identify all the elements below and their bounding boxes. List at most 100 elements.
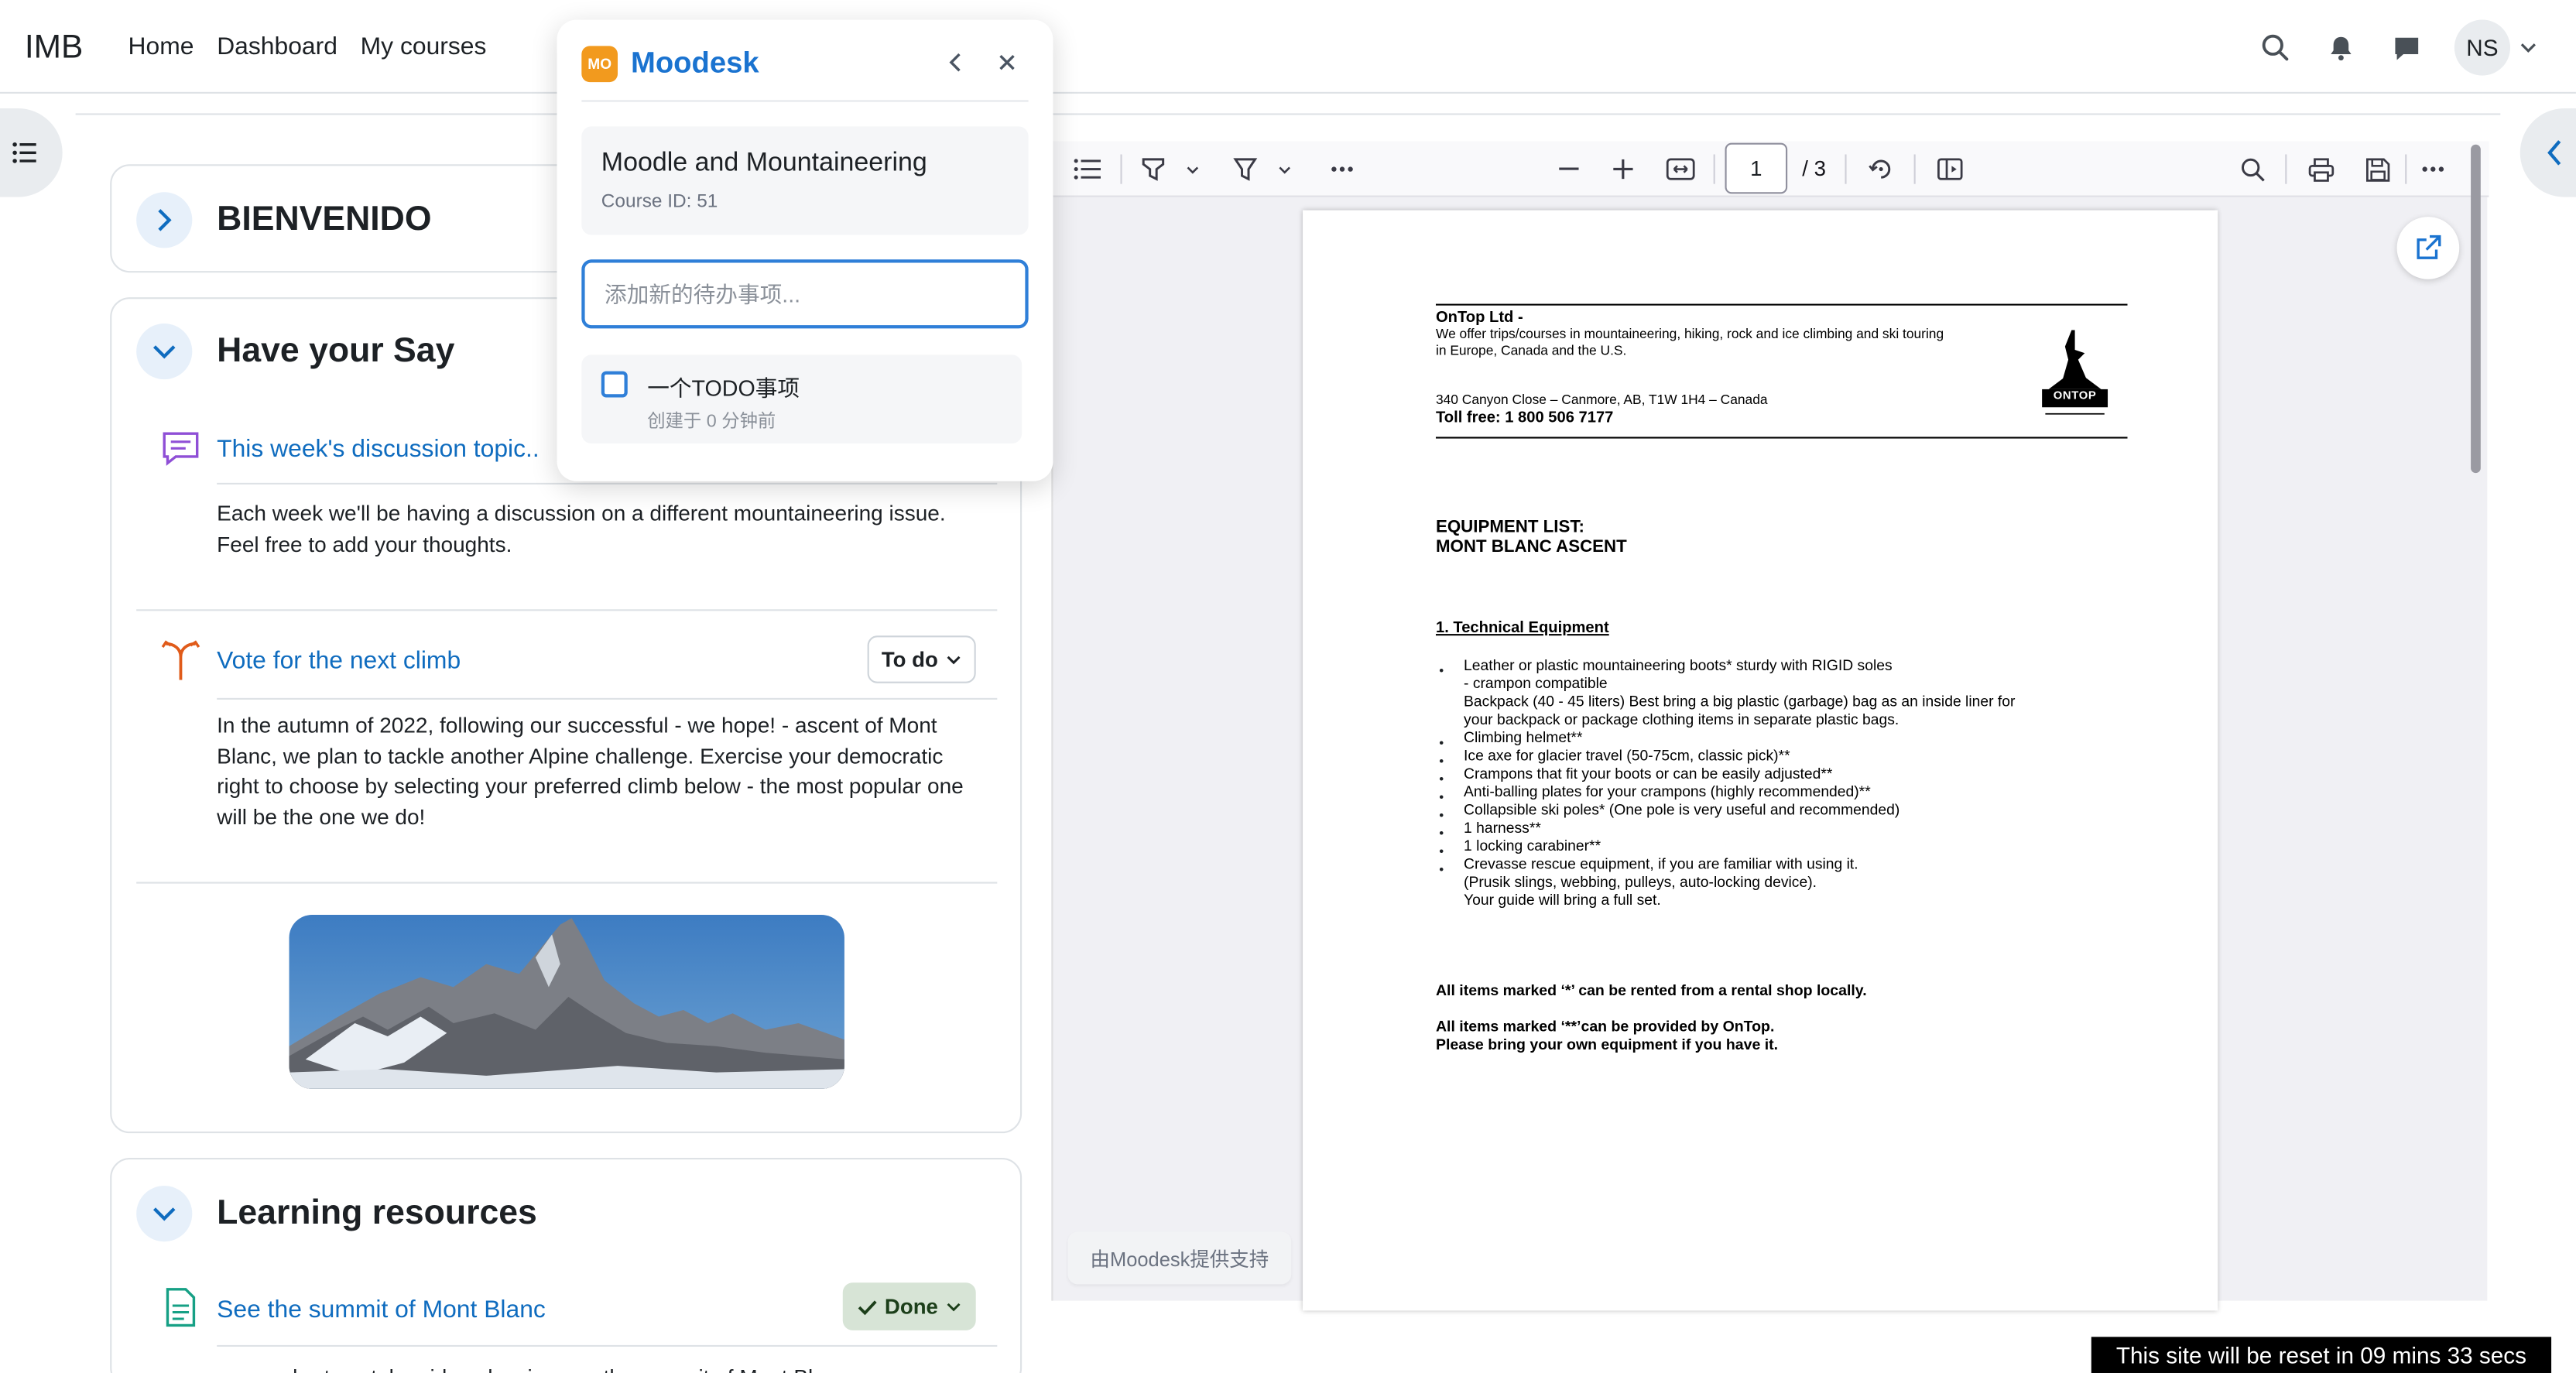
toolbar-separator [1120,154,1122,184]
logo-text: ONTOP [2053,391,2097,402]
more-tools-icon[interactable] [1327,154,1357,183]
equipment-item: 1 locking carabiner** [1464,837,1601,854]
choice-icon [161,639,200,690]
toolbar-separator [1845,154,1847,184]
course-id: Course ID: 51 [601,192,718,212]
section-expand-toggle[interactable] [136,192,193,248]
section-collapse-toggle[interactable] [136,1186,193,1242]
bullet: • [1439,772,1444,787]
open-external-button[interactable] [2396,217,2460,279]
document-heading: EQUIPMENT LIST: [1435,517,1584,537]
nav-dashboard-link[interactable]: Dashboard [217,33,337,60]
pdf-page: OnTop Ltd - We offer trips/courses in mo… [1303,210,2218,1311]
search-icon[interactable] [2257,29,2293,66]
fit-page-icon[interactable] [1666,154,1695,183]
equipment-item: - crampon compatible [1464,675,1608,692]
section-title[interactable]: Learning resources [217,1194,537,1234]
section-title[interactable]: BIENVENIDO [217,200,431,240]
bullet: • [1439,663,1444,679]
activity-description: a very short youtube video showing you t… [217,1363,981,1373]
messages-icon[interactable] [2389,29,2425,66]
section-heading: 1. Technical Equipment [1435,618,1609,638]
course-section-learning-resources: Learning resources See the summit of Mon… [110,1158,1023,1373]
user-avatar[interactable]: NS [2454,19,2511,76]
notification-bell-icon[interactable] [2323,29,2359,66]
pdf-scrollbar[interactable] [2471,144,2481,474]
find-icon[interactable] [2238,154,2267,183]
equipment-item: Leather or plastic mountaineering boots*… [1464,656,1893,674]
chevron-down-icon [2520,43,2536,53]
header-divider [75,113,2501,115]
rental-note: Please bring your own equipment if you h… [1435,1036,1779,1053]
close-icon [999,54,1015,70]
bullet: • [1439,808,1444,823]
chevron-down-icon[interactable] [1178,154,1208,183]
equipment-item: (Prusik slings, webbing, pulleys, auto-l… [1464,873,1817,891]
course-index-drawer-toggle[interactable] [0,108,63,197]
toolbar-separator [1713,154,1715,184]
new-todo-input[interactable] [581,259,1029,329]
chevron-down-icon [153,345,176,359]
user-menu[interactable]: NS [2454,19,2537,76]
highlight-icon[interactable] [1139,154,1168,183]
save-icon[interactable] [2362,154,2392,183]
print-icon[interactable] [2307,154,2336,183]
close-button[interactable] [997,51,1016,80]
completion-dropdown[interactable]: Done [841,1282,976,1330]
equipment-item: Collapsible ski poles* (One pole is very… [1464,801,1900,818]
activity-divider [217,697,998,700]
rotate-icon[interactable] [1866,154,1896,183]
bullet: • [1439,826,1444,841]
company-tagline: in Europe, Canada and the U.S. [1435,343,1627,358]
activity-link-summit-mont-blanc[interactable]: See the summit of Mont Blanc [217,1296,546,1323]
toolbar-separator [2405,154,2407,184]
block-drawer-toggle[interactable] [2519,108,2576,197]
back-button[interactable] [948,51,964,82]
sidebar-toggle-icon[interactable] [1073,154,1102,183]
draw-icon[interactable] [1231,154,1260,183]
section-title[interactable]: Have your Say [217,332,454,371]
site-brand[interactable]: IMB [25,29,83,67]
primary-navigation: Home Dashboard My courses [128,33,487,60]
popup-divider [581,100,1029,102]
list-icon [12,142,36,163]
activity-description: In the autumn of 2022, following our suc… [217,712,964,830]
chevron-right-icon [158,209,172,231]
mountain-photo [289,914,844,1089]
chevron-down-icon [947,655,961,664]
bullet: • [1439,753,1444,769]
completion-dropdown[interactable]: To do [866,635,976,683]
todo-text: 一个TODO事项 [647,375,800,401]
activity-description: Each week we'll be having a discussion o… [217,501,946,556]
top-navbar: IMB Home Dashboard My courses NS [0,0,2576,94]
more-options-icon[interactable] [2418,154,2448,183]
bullet: • [1439,862,1444,878]
bullet: • [1439,789,1444,805]
activity-link-discussion-topic[interactable]: This week's discussion topic.. [217,435,540,463]
nav-home-link[interactable]: Home [128,33,194,60]
todo-checkbox[interactable] [601,371,628,398]
activity-divider [217,482,998,484]
company-address: 340 Canyon Close – Canmore, AB, T1W 1H4 … [1435,392,1768,408]
zoom-in-icon[interactable] [1608,154,1638,183]
header-rule [1435,437,2128,439]
rental-note: All items marked ‘*’ can be rented from … [1435,981,1867,999]
page-number-input[interactable]: 1 [1725,142,1788,194]
activity-separator [136,609,998,611]
chevron-down-icon[interactable] [1270,154,1300,183]
zoom-out-icon[interactable] [1554,154,1584,183]
company-tagline: We offer trips/courses in mountaineering… [1435,327,1944,342]
company-name: OnTop Ltd - [1435,308,1523,327]
nav-my-courses-link[interactable]: My courses [361,33,487,60]
section-collapse-toggle[interactable] [136,324,193,380]
page-count: / 3 [1802,156,1826,181]
completion-status: To do [881,647,938,672]
moodesk-title: Moodesk [631,46,759,79]
external-link-icon [2417,235,2441,259]
activity-link-vote-next-climb[interactable]: Vote for the next climb [217,647,461,675]
course-name: Moodle and Mountaineering [601,149,927,178]
todo-created-time: 创建于 0 分钟前 [647,412,776,433]
page-layout-icon[interactable] [1935,154,1965,183]
pdf-viewer: 1 / 3 OnTop Ltd - We offer trips/courses… [1051,141,2489,1311]
rental-note: All items marked ‘**’can be provided by … [1435,1018,1775,1035]
